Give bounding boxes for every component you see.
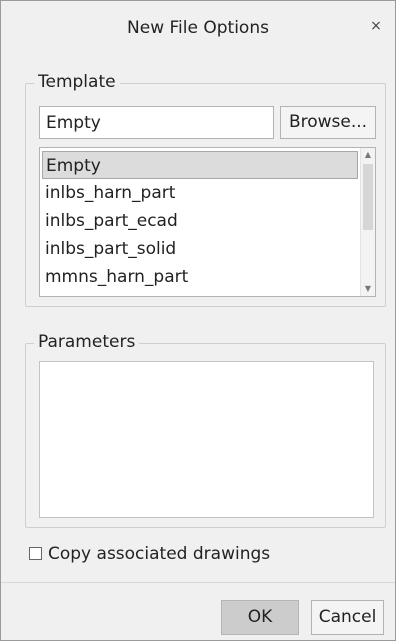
list-item-mmns-harn-part[interactable]: mmns_harn_part xyxy=(42,263,358,291)
copy-drawings-checkbox[interactable] xyxy=(29,547,42,560)
close-button[interactable]: × xyxy=(365,15,387,37)
list-item-inlbs-part-solid[interactable]: inlbs_part_solid xyxy=(42,235,358,263)
scroll-down-icon[interactable]: ▼ xyxy=(361,282,375,296)
list-scrollbar[interactable]: ▲ ▼ xyxy=(360,148,375,296)
close-icon: × xyxy=(370,18,382,34)
cancel-button[interactable]: Cancel xyxy=(311,600,384,635)
scroll-up-icon[interactable]: ▲ xyxy=(361,148,375,162)
dialog-title: New File Options xyxy=(127,18,269,38)
template-list[interactable]: Empty inlbs_harn_part inlbs_part_ecad in… xyxy=(39,147,376,297)
template-group: Template Browse... Empty inlbs_harn_part… xyxy=(25,72,386,307)
copy-drawings-label[interactable]: Copy associated drawings xyxy=(48,541,270,567)
template-legend: Template xyxy=(34,72,120,92)
parameters-area xyxy=(39,361,374,518)
parameters-group: Parameters xyxy=(25,332,386,528)
parameters-legend: Parameters xyxy=(34,332,140,352)
scroll-thumb[interactable] xyxy=(363,164,373,230)
browse-button[interactable]: Browse... xyxy=(280,106,376,139)
list-item-inlbs-harn-part[interactable]: inlbs_harn_part xyxy=(42,179,358,207)
template-input[interactable] xyxy=(39,106,274,139)
list-item-empty[interactable]: Empty xyxy=(42,151,358,179)
list-item-inlbs-part-ecad[interactable]: inlbs_part_ecad xyxy=(42,207,358,235)
footer-divider xyxy=(1,582,395,583)
title-bar: New File Options × xyxy=(1,1,395,61)
new-file-options-dialog: New File Options × Template Browse... Em… xyxy=(0,0,396,641)
ok-button[interactable]: OK xyxy=(221,600,299,635)
